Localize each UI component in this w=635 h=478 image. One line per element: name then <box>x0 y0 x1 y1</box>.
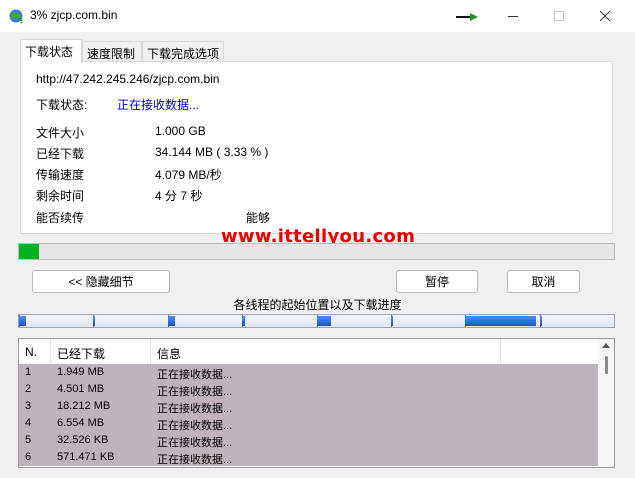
scroll-thumb[interactable] <box>605 356 608 374</box>
table-row[interactable]: 3 18.212 MB 正在接收数据... <box>19 398 599 415</box>
state-label: 下载状态: <box>36 98 88 112</box>
file-size-label: 文件大小 <box>36 126 85 140</box>
pause-button[interactable]: 暂停 <box>396 270 478 293</box>
row-info: 正在接收数据... <box>157 403 233 415</box>
downloaded-label: 已经下载 <box>36 147 85 161</box>
row-downloaded: 32.526 KB <box>57 434 109 446</box>
remaining-label: 剩余时间 <box>36 189 85 203</box>
row-downloaded: 571.471 KB <box>57 451 115 463</box>
state-value: 正在接收数据... <box>117 98 200 112</box>
speed-label: 传输速度 <box>36 168 85 182</box>
maximize-icon <box>554 11 564 21</box>
close-button[interactable] <box>582 0 628 32</box>
thread-map-label: 各线程的起始位置以及下载进度 <box>233 298 402 312</box>
row-info: 正在接收数据... <box>157 437 233 449</box>
row-info: 正在接收数据... <box>157 420 233 432</box>
arrow-right-icon <box>456 13 478 21</box>
minimize-button[interactable] <box>490 0 536 32</box>
file-size-value: 1.000 GB <box>155 124 206 138</box>
close-icon <box>600 11 610 21</box>
thread-progress-segment <box>19 316 26 326</box>
table-row[interactable]: 2 4.501 MB 正在接收数据... <box>19 381 599 398</box>
download-url: http://47.242.245.246/zjcp.com.bin <box>36 72 220 86</box>
row-info: 正在接收数据... <box>157 369 233 381</box>
resume-label: 能否续传 <box>36 211 85 225</box>
row-downloaded: 1.949 MB <box>57 366 105 378</box>
col-header-downloaded[interactable]: 已经下载 <box>51 339 151 364</box>
minimize-icon <box>508 16 518 17</box>
tab-completion-options[interactable]: 下载完成选项 <box>142 41 224 62</box>
status-panel: http://47.242.245.246/zjcp.com.bin 下载状态:… <box>20 61 613 234</box>
remaining-value: 4 分 7 秒 <box>155 189 203 203</box>
row-number: 5 <box>25 434 32 446</box>
row-number: 1 <box>25 366 32 378</box>
row-downloaded: 18.212 MB <box>57 400 111 412</box>
col-header-info[interactable]: 信息 <box>151 339 501 364</box>
cancel-button[interactable]: 取消 <box>507 270 580 293</box>
thread-progress-segment <box>540 316 542 326</box>
table-row[interactable]: 1 1.949 MB 正在接收数据... <box>19 364 599 381</box>
table-row[interactable]: 5 32.526 KB 正在接收数据... <box>19 432 599 449</box>
thread-progress-segment <box>317 316 331 326</box>
thread-list[interactable]: N. 已经下载 信息 1 1.949 MB 正在接收数据... 2 4.501 MB 正在… <box>18 338 615 468</box>
table-row[interactable]: 4 6.554 MB 正在接收数据... <box>19 415 599 432</box>
downloaded-value: 34.144 MB ( 3.33 % ) <box>155 145 269 159</box>
thread-progress-segment <box>93 316 95 326</box>
thread-progress-map <box>18 314 615 328</box>
window-title: 3% zjcp.com.bin <box>30 8 118 22</box>
list-header: N. 已经下载 信息 <box>19 339 599 364</box>
row-number: 3 <box>25 400 32 412</box>
list-rows: 1 1.949 MB 正在接收数据... 2 4.501 MB 正在接收数据... 3 18.… <box>19 364 599 466</box>
resume-value: 能够 <box>246 211 271 225</box>
row-number: 2 <box>25 383 32 395</box>
scroll-up-icon[interactable] <box>602 343 610 348</box>
download-progress-bar <box>18 243 615 260</box>
hide-details-button[interactable]: << 隐藏细节 <box>32 270 170 293</box>
tab-download-status[interactable]: 下载状态 <box>20 39 82 63</box>
table-row[interactable]: 6 571.471 KB 正在接收数据... <box>19 449 599 466</box>
thread-progress-segment <box>391 316 393 326</box>
row-downloaded: 6.554 MB <box>57 417 105 429</box>
thread-progress-segment <box>242 316 245 326</box>
row-number: 6 <box>25 451 32 463</box>
vertical-scrollbar[interactable] <box>598 339 614 467</box>
thread-progress-segment <box>465 316 536 326</box>
tab-speed-limit[interactable]: 速度限制 <box>82 41 142 62</box>
maximize-button[interactable] <box>536 0 582 32</box>
row-number: 4 <box>25 417 32 429</box>
row-info: 正在接收数据... <box>157 454 233 466</box>
title-bar: 3% zjcp.com.bin <box>0 0 635 32</box>
row-downloaded: 4.501 MB <box>57 383 105 395</box>
progress-fill <box>19 244 39 259</box>
col-header-n[interactable]: N. <box>19 339 51 364</box>
speed-value: 4.079 MB/秒 <box>155 168 222 182</box>
row-info: 正在接收数据... <box>157 386 233 398</box>
app-globe-icon <box>9 9 23 23</box>
thread-progress-segment <box>168 316 175 326</box>
